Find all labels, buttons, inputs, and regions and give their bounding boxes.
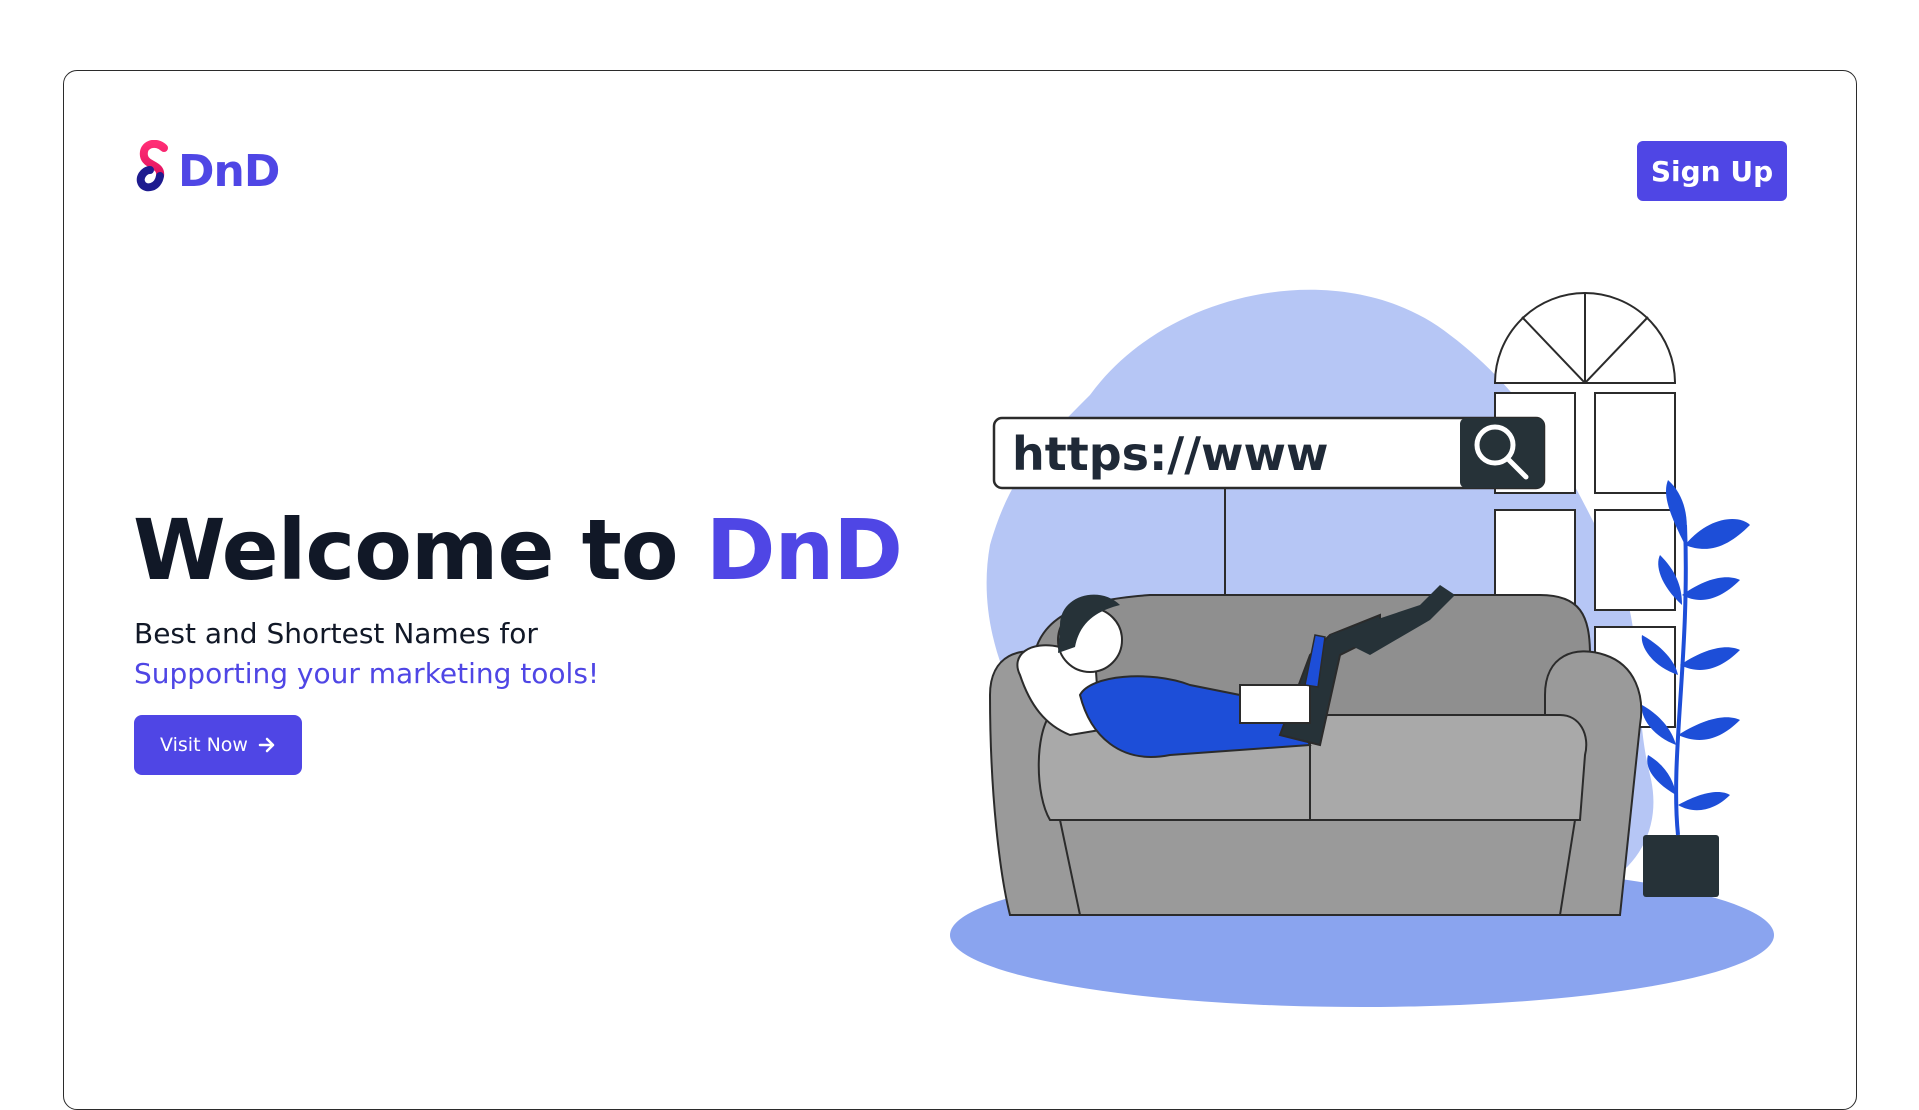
hero-subtitle-line1: Best and Shortest Names for	[134, 617, 538, 650]
hero-subtitle-line2: Supporting your marketing tools!	[134, 657, 600, 690]
logo-icon	[136, 140, 168, 192]
sign-up-button[interactable]: Sign Up	[1637, 141, 1787, 201]
arrow-right-icon	[258, 737, 275, 753]
visit-now-label: Visit Now	[160, 734, 248, 756]
logo[interactable]: DnD	[134, 140, 280, 202]
hero-title: Welcome to DnD	[133, 500, 903, 601]
logo-text: DnD	[178, 145, 280, 197]
hero-title-prefix: Welcome to	[133, 501, 706, 599]
hero-illustration: https://www	[950, 289, 1774, 1007]
url-bar-text: https://www	[1012, 427, 1329, 481]
visit-now-button[interactable]: Visit Now	[134, 715, 302, 775]
plant-pot	[1643, 835, 1719, 897]
hero-title-accent: DnD	[705, 501, 903, 599]
